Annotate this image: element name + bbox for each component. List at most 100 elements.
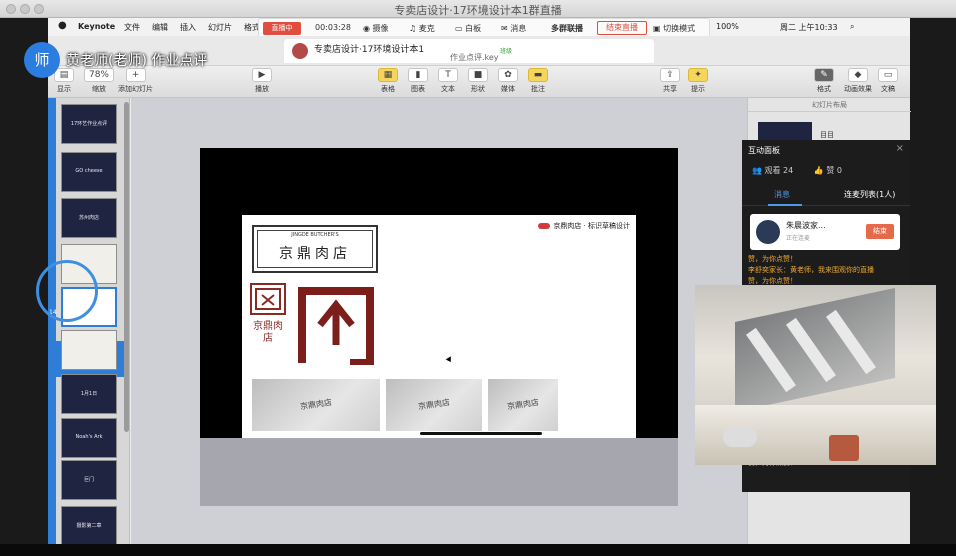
photo-label: 京鼎肉店 [506, 397, 540, 412]
slide-frame: 京鼎肉店 · 标识草稿设计 JINGDE BUTCHER'S 京鼎肉店 京鼎肉店 [200, 148, 678, 506]
add-slide-label: 添加幻灯片 [118, 85, 153, 93]
apple-icon[interactable]: ● [58, 20, 67, 31]
switch-mode-label: 切换模式 [663, 24, 696, 33]
seal-stamp [250, 283, 286, 315]
media-button[interactable]: ✿ 媒体 [498, 68, 518, 94]
slide-thumb-label: GO cheese [75, 168, 103, 174]
animate-button[interactable]: ◆ 动画效果 [844, 68, 872, 94]
tab-connect-list[interactable]: 连麦列表(1人) [844, 189, 895, 200]
teacher-name: 黄老师(老师) 作业点评 [66, 53, 208, 69]
annotation-circle [36, 260, 98, 322]
message-label: 消息 [510, 24, 527, 33]
plus-icon: + [125, 68, 146, 82]
slide-thumb-6[interactable] [61, 330, 117, 370]
bottom-bar [0, 544, 956, 556]
viewers-icon: 👥 [752, 166, 762, 175]
close-icon[interactable]: × [896, 143, 904, 154]
shape-button[interactable]: ■ 形状 [468, 68, 488, 94]
avatar [756, 220, 780, 244]
zoom-menu[interactable]: 78% 缩放 [84, 68, 114, 94]
table-icon: ▦ [378, 68, 398, 82]
live-control-bar: 直播中 00:03:28 ◉ 摄像 ♫ 麦克 ▭ 白板 ✉ 消息 多群联播 结束… [258, 18, 710, 38]
menu-file[interactable]: 文件 [124, 22, 140, 33]
document-button[interactable]: ▭ 文稿 [878, 68, 898, 94]
slide-gray-band [200, 438, 678, 506]
current-slide[interactable]: 京鼎肉店 · 标识草稿设计 JINGDE BUTCHER'S 京鼎肉店 京鼎肉店 [242, 215, 636, 438]
add-slide-button[interactable]: + 添加幻灯片 [118, 68, 153, 94]
menu-insert[interactable]: 插入 [180, 22, 196, 33]
media-label: 媒体 [501, 85, 515, 93]
text-button[interactable]: T 文本 [438, 68, 458, 94]
slide-thumb-10[interactable]: 摄影第二章 [61, 506, 117, 546]
shape-label: 形状 [471, 85, 485, 93]
shape-icon: ■ [468, 68, 488, 82]
menu-edit[interactable]: 编辑 [152, 22, 168, 33]
slide-thumb-9[interactable]: 巨门 [61, 460, 117, 500]
share-button[interactable]: ⇪ 共享 [660, 68, 680, 94]
photo-label: 京鼎肉店 [299, 397, 333, 412]
tips-button[interactable]: ✦ 提示 [688, 68, 708, 94]
slide-canvas[interactable]: 京鼎肉店 · 标识草稿设计 JINGDE BUTCHER'S 京鼎肉店 京鼎肉店 [131, 98, 747, 556]
whiteboard-button[interactable]: ▭ 白板 [455, 23, 481, 34]
camera-button[interactable]: ◉ 摄像 [363, 23, 389, 34]
slide-thumb-2[interactable]: GO cheese [61, 152, 117, 192]
mouse-cursor-icon [445, 356, 454, 364]
chart-icon: ▮ [408, 68, 428, 82]
connected-user-card: 朱晨波家... 正在连麦 结束 [750, 214, 900, 250]
layout-item-label: 目目 [820, 131, 834, 139]
menu-slide[interactable]: 幻灯片 [208, 22, 232, 33]
slide-thumb-label: Noah's Ark [75, 434, 103, 440]
text-label: 文本 [441, 85, 455, 93]
slide-thumb-label: 摄影第二章 [76, 523, 102, 529]
tab-messages[interactable]: 消息 [774, 189, 790, 200]
animate-icon: ◆ [848, 68, 868, 82]
share-icon: ⇪ [660, 68, 680, 82]
seal-stamp-icon [255, 288, 281, 310]
group-avatar [292, 43, 308, 59]
view-button[interactable]: ▤ 显示 [54, 68, 74, 94]
comment-button[interactable]: ▬ 批注 [528, 68, 548, 94]
slide-navigator: 17环艺作业点评 GO cheese 苏州肉店 14 1月1日 Noah's A… [48, 98, 130, 556]
share-label: 共享 [663, 85, 677, 93]
connected-user-name: 朱晨波家... [786, 221, 826, 230]
navigator-scrollbar[interactable] [124, 102, 129, 432]
slide-layout-label: 幻灯片布局 [748, 98, 911, 112]
brand-dot-icon [538, 223, 551, 229]
multi-group-button[interactable]: 多群联播 [551, 23, 583, 34]
mic-button[interactable]: ♫ 麦克 [409, 23, 435, 34]
message-button[interactable]: ✉ 消息 [501, 23, 526, 34]
slide-thumb-label: 17环艺作业点评 [70, 121, 108, 127]
document-icon: ▭ [878, 68, 898, 82]
format-button[interactable]: ✎ 格式 [814, 68, 834, 94]
slide-thumb-label: 苏州肉店 [78, 215, 99, 221]
play-button[interactable]: ▶ 播放 [252, 68, 272, 94]
chart-button[interactable]: ▮ 图表 [408, 68, 428, 94]
view-label: 显示 [57, 85, 71, 93]
table-button[interactable]: ▦ 表格 [378, 68, 398, 94]
logo-box: JINGDE BUTCHER'S 京鼎肉店 [252, 225, 378, 273]
end-live-button[interactable]: 结束直播 [597, 21, 647, 35]
tips-label: 提示 [691, 85, 705, 93]
webcam-video[interactable] [695, 285, 936, 465]
slide-thumb-7[interactable]: 1月1日 [61, 374, 117, 414]
switch-mode-button[interactable]: ▣ 切换模式 [653, 23, 695, 34]
webcam-lamp [723, 427, 757, 447]
zoom-value: 78% [84, 68, 114, 82]
slide-thumb-1[interactable]: 17环艺作业点评 [61, 104, 117, 144]
mic-label: 麦克 [418, 24, 435, 33]
slide-thumb-3[interactable]: 苏州肉店 [61, 198, 117, 238]
format-icon: ✎ [814, 68, 834, 82]
slide-header-text: 京鼎肉店 · 标识草稿设计 [553, 222, 630, 230]
panel-tabs: 消息 连麦列表(1人) [742, 184, 910, 206]
slide-scroll-indicator[interactable] [420, 432, 542, 435]
format-label: 格式 [817, 85, 831, 93]
menu-app[interactable]: Keynote [78, 22, 115, 31]
comment-label: 批注 [531, 85, 545, 93]
stream-title-text: 专卖店设计·17环境设计本1群直播 [394, 4, 562, 17]
end-connect-button[interactable]: 结束 [866, 224, 894, 239]
slide-header: 京鼎肉店 · 标识草稿设计 [538, 221, 630, 231]
search-icon[interactable]: ⌕ [850, 22, 854, 32]
document-tab[interactable]: 专卖店设计·17环境设计本1 班级 作业点评.key [284, 39, 654, 63]
slide-thumb-8[interactable]: Noah's Ark [61, 418, 117, 458]
sample-photo-1: 京鼎肉店 [252, 379, 380, 431]
